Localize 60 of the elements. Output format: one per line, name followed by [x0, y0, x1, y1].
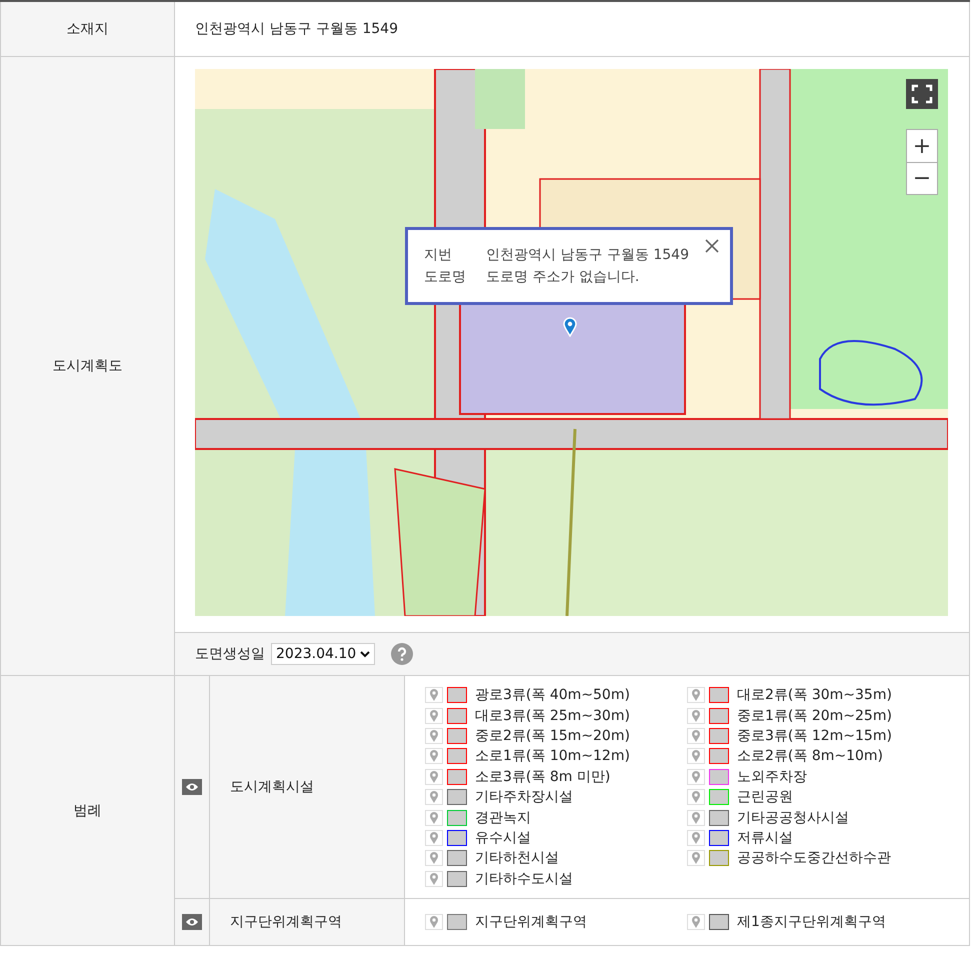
- legend-label: 중로3류(폭 12m~15m): [737, 726, 892, 745]
- pin-icon[interactable]: [425, 708, 443, 724]
- location-pin-icon: [563, 317, 577, 337]
- legend-label: 광로3류(폭 40m~50m): [475, 686, 630, 704]
- pin-icon[interactable]: [687, 748, 705, 764]
- eye-icon[interactable]: [182, 914, 202, 930]
- popup-label: 도로명: [424, 268, 467, 287]
- legend-label: 기타공공청사시설: [737, 808, 849, 827]
- pin-icon[interactable]: [687, 728, 705, 744]
- legend-label: 기타하천시설: [475, 849, 559, 868]
- legend-label: 중로2류(폭 15m~20m): [475, 726, 630, 745]
- pin-icon[interactable]: [687, 768, 705, 785]
- pin-icon[interactable]: [425, 728, 443, 744]
- row-header: 범례: [0, 676, 175, 946]
- legend-label: 노외주차장: [737, 768, 807, 786]
- address-value: 인천광역시 남동구 구월동 1549: [195, 21, 398, 37]
- legend-label: 소로1류(폭 10m~12m): [475, 747, 630, 766]
- legend-label: 소로3류(폭 8m 미만): [475, 768, 610, 786]
- legend-label: 중로1류(폭 20m~25m): [737, 706, 892, 725]
- popup-value: 도로명 주소가 없습니다.: [486, 268, 640, 287]
- pin-icon[interactable]: [425, 914, 443, 930]
- pin-icon[interactable]: [687, 850, 705, 866]
- pin-icon[interactable]: [425, 687, 443, 704]
- pin-icon[interactable]: [425, 748, 443, 764]
- legend-label: 제1종지구단위계획구역: [737, 913, 886, 932]
- popup-value: 인천광역시 남동구 구월동 1549: [486, 246, 689, 265]
- pin-icon[interactable]: [687, 708, 705, 724]
- legend-label: 대로3류(폭 25m~30m): [475, 706, 630, 725]
- pin-icon[interactable]: [687, 914, 705, 930]
- pin-icon[interactable]: [425, 789, 443, 806]
- row-header: 소재지: [0, 2, 175, 57]
- pin-icon[interactable]: [425, 768, 443, 785]
- date-label: 도면생성일: [195, 645, 265, 663]
- fullscreen-icon[interactable]: [906, 79, 938, 109]
- pin-icon[interactable]: [687, 830, 705, 846]
- pin-icon[interactable]: [687, 810, 705, 826]
- legend-label: 근린공원: [737, 788, 793, 806]
- legend-label: 기타하수도시설: [475, 870, 573, 888]
- eye-icon[interactable]: [182, 778, 202, 795]
- legend-label: 소로2류(폭 8m~10m): [737, 747, 884, 766]
- pin-icon[interactable]: [425, 870, 443, 887]
- legend-label: 유수시설: [475, 828, 531, 847]
- legend-label: 공공하수도중간선하수관: [737, 849, 891, 868]
- legend-label: 저류시설: [737, 828, 793, 847]
- layer-name: 지구단위계획구역: [230, 913, 342, 932]
- legend-label: 기타주차장시설: [475, 788, 573, 806]
- caret-icon: [360, 650, 370, 658]
- popup-label: 지번: [424, 246, 453, 265]
- date-select[interactable]: 2023.04.10: [271, 643, 376, 665]
- legend-label: 대로2류(폭 30m~35m): [737, 686, 892, 704]
- row-header: 도시계획도: [0, 57, 175, 676]
- help-icon[interactable]: [391, 643, 414, 665]
- layer-name: 도시계획시설: [230, 778, 314, 796]
- pin-icon[interactable]: [425, 830, 443, 846]
- legend-label: 경관녹지: [475, 808, 531, 827]
- pin-icon[interactable]: [425, 850, 443, 866]
- legend-label: 지구단위계획구역: [475, 913, 587, 932]
- pin-icon[interactable]: [687, 687, 705, 704]
- pin-icon[interactable]: [425, 810, 443, 826]
- pin-icon[interactable]: [687, 789, 705, 806]
